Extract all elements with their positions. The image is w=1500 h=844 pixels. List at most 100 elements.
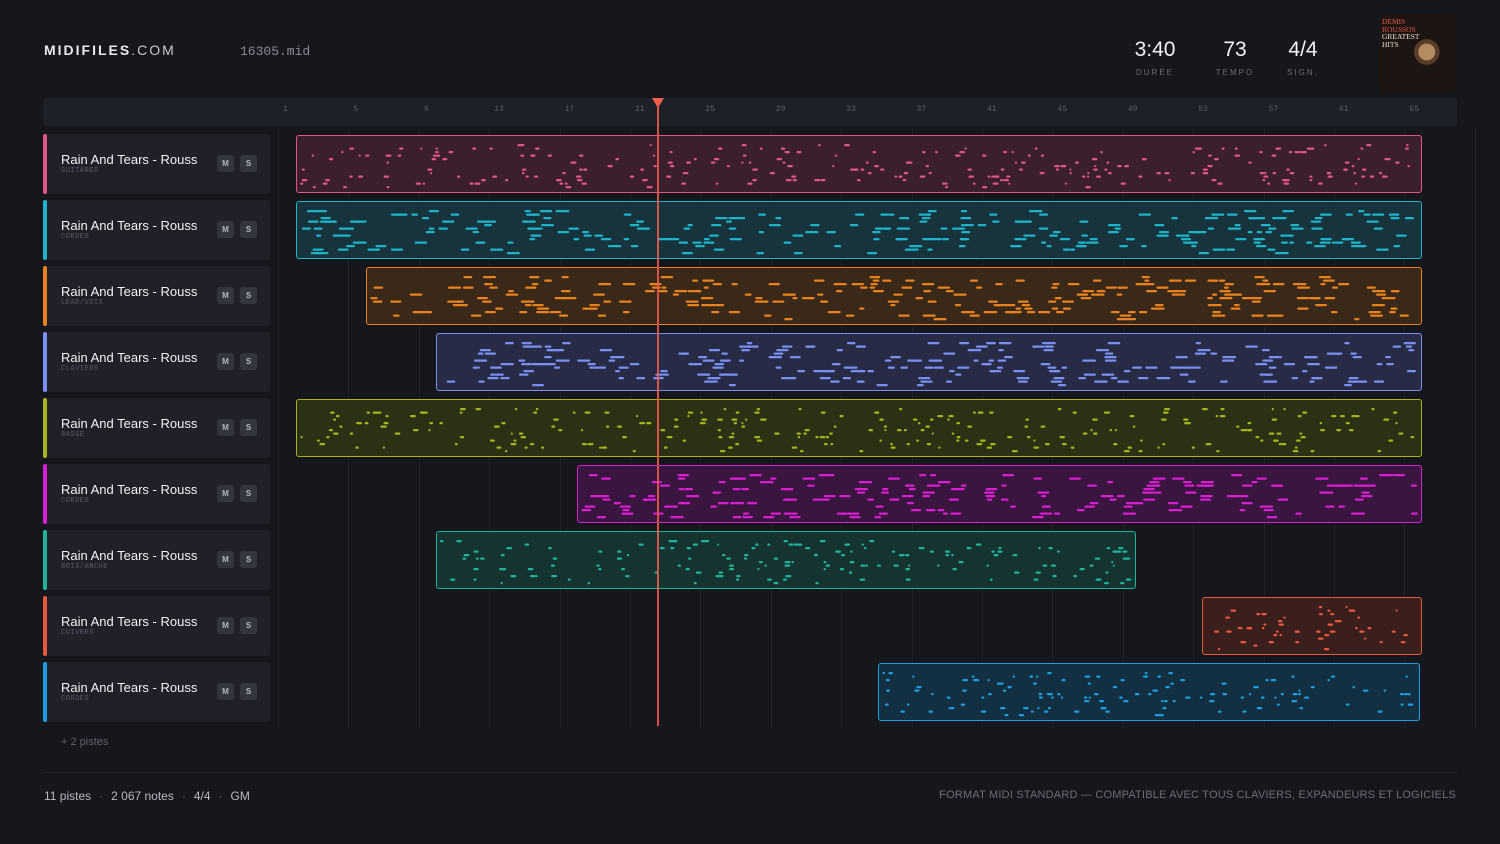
midi-note xyxy=(813,554,818,557)
mute-button[interactable]: M xyxy=(217,353,234,370)
track-clip[interactable] xyxy=(436,531,1136,589)
track-header[interactable]: Rain And Tears - Rouss LEAD/VOIX M S xyxy=(43,266,270,326)
solo-button[interactable]: S xyxy=(240,287,257,304)
midi-note xyxy=(885,703,889,706)
track-clip[interactable] xyxy=(296,135,1422,193)
midi-note xyxy=(1089,502,1099,505)
mute-button[interactable]: M xyxy=(217,485,234,502)
midi-note xyxy=(1277,498,1289,501)
track-header[interactable]: Rain And Tears - Rouss CORDES M S xyxy=(43,662,270,722)
track-clip[interactable] xyxy=(436,333,1422,391)
midi-note xyxy=(1231,474,1243,477)
mute-button[interactable]: M xyxy=(217,419,234,436)
track-clip[interactable] xyxy=(366,267,1422,325)
midi-note xyxy=(1069,168,1072,171)
midi-note xyxy=(1275,147,1279,150)
midi-note xyxy=(1247,231,1253,234)
midi-note xyxy=(989,491,995,494)
midi-note xyxy=(1383,689,1387,692)
midi-note xyxy=(1075,161,1079,164)
midi-note xyxy=(1046,245,1052,248)
midi-note xyxy=(548,547,552,550)
solo-button[interactable]: S xyxy=(240,683,257,700)
mute-button[interactable]: M xyxy=(217,287,234,304)
midi-note xyxy=(1122,557,1128,560)
midi-note xyxy=(1194,147,1201,150)
track-header[interactable]: Rain And Tears - Rouss CUIVRES M S xyxy=(43,596,270,656)
mute-button[interactable]: M xyxy=(217,551,234,568)
midi-note xyxy=(1105,286,1117,289)
midi-note xyxy=(988,300,998,303)
midi-note xyxy=(1047,672,1052,675)
midi-note xyxy=(383,422,389,425)
solo-button[interactable]: S xyxy=(240,551,257,568)
midi-note xyxy=(717,418,723,421)
midi-note xyxy=(1395,422,1398,425)
mute-button[interactable]: M xyxy=(217,617,234,634)
midi-note xyxy=(1354,182,1358,185)
track-header[interactable]: Rain And Tears - Rouss CORDES M S xyxy=(43,464,270,524)
track-clip[interactable] xyxy=(296,399,1422,457)
midi-note xyxy=(1156,304,1164,307)
midi-note xyxy=(474,359,488,362)
midi-note xyxy=(1268,227,1277,230)
midi-note xyxy=(1263,509,1274,512)
midi-note xyxy=(1262,279,1269,282)
midi-note xyxy=(820,411,826,414)
midi-note xyxy=(1114,227,1122,230)
file-name: 16305.mid xyxy=(240,44,311,59)
midi-note xyxy=(554,366,561,369)
midi-note xyxy=(1316,630,1321,633)
midi-note xyxy=(729,568,735,571)
midi-note xyxy=(346,245,355,248)
track-clip[interactable] xyxy=(878,663,1420,721)
track-header[interactable]: Rain And Tears - Rouss CLAVIERS M S xyxy=(43,332,270,392)
solo-button[interactable]: S xyxy=(240,221,257,238)
midi-note xyxy=(349,147,354,150)
midi-note xyxy=(1310,450,1315,453)
timeline-ruler[interactable]: 1 5 9 13 17 21 25 29 33 37 41 45 49 53 57 61 65 xyxy=(43,98,1457,126)
solo-button[interactable]: S xyxy=(240,353,257,370)
midi-note xyxy=(1081,234,1088,237)
solo-button[interactable]: S xyxy=(240,617,257,634)
track-clip[interactable] xyxy=(296,201,1422,259)
solo-button[interactable]: S xyxy=(240,155,257,172)
midi-note xyxy=(1156,172,1161,175)
midi-note xyxy=(959,151,965,154)
track-clip[interactable] xyxy=(577,465,1422,523)
track-header[interactable]: Rain And Tears - Rouss BOIS/ANCHE M S xyxy=(43,530,270,590)
midi-note xyxy=(961,311,975,314)
track-header[interactable]: Rain And Tears - Rouss CORDES M S xyxy=(43,200,270,260)
brand-logo[interactable]: MIDIFILES.COM xyxy=(44,42,176,58)
midi-note xyxy=(1004,356,1013,359)
midi-note xyxy=(776,158,783,161)
mute-button[interactable]: M xyxy=(217,221,234,238)
midi-note xyxy=(1161,418,1167,421)
midi-note xyxy=(904,248,919,251)
track-clip[interactable] xyxy=(1202,597,1422,655)
solo-button[interactable]: S xyxy=(240,419,257,436)
midi-note xyxy=(602,498,611,501)
midi-note xyxy=(531,283,539,286)
midi-note xyxy=(1042,505,1051,508)
mute-button[interactable]: M xyxy=(217,155,234,172)
midi-note xyxy=(456,300,464,303)
midi-note xyxy=(1104,582,1109,585)
midi-note xyxy=(1185,696,1191,699)
midi-note xyxy=(358,175,363,178)
midi-note xyxy=(728,446,733,449)
midi-note xyxy=(1088,696,1091,699)
playhead-line[interactable] xyxy=(657,100,660,726)
midi-note xyxy=(501,568,507,571)
midi-note xyxy=(1357,616,1360,619)
mute-button[interactable]: M xyxy=(217,683,234,700)
midi-note xyxy=(899,217,910,220)
more-tracks-link[interactable]: + 2 pistes xyxy=(61,736,108,748)
track-header[interactable]: Rain And Tears - Rouss GUITARES M S xyxy=(43,134,270,194)
midi-note xyxy=(913,418,918,421)
midi-note xyxy=(961,238,967,241)
solo-button[interactable]: S xyxy=(240,485,257,502)
track-header[interactable]: Rain And Tears - Rouss BASSE M S xyxy=(43,398,270,458)
midi-note xyxy=(859,450,864,453)
midi-note xyxy=(1143,488,1155,491)
